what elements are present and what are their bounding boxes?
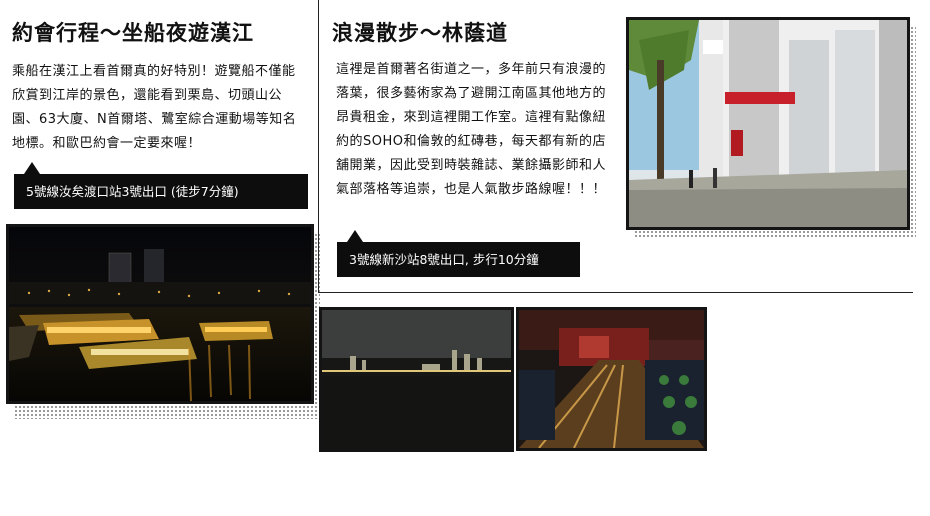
- tree-lined-street-photo: [626, 17, 910, 230]
- cruise-photo-graphic: [9, 227, 311, 401]
- han-river-night-cruise-photo: [6, 224, 314, 404]
- right-body: 這裡是首爾著名街道之一，多年前只有浪漫的落葉，很多藝術家為了避開江南區其他地方的…: [336, 62, 607, 197]
- speech-pointer-icon: [24, 162, 40, 174]
- speech-pointer-icon: [347, 230, 363, 242]
- interior-photo-graphic: [519, 310, 704, 448]
- right-title: 浪漫散步～林蔭道: [332, 21, 508, 45]
- left-direction-tag: 5號線汝矣渡口站3號出口 (徒步7分鐘): [14, 174, 308, 209]
- street-photo-graphic: [629, 20, 907, 227]
- skyline-photo-graphic: [322, 310, 511, 449]
- cruise-interior-photo: [516, 307, 707, 451]
- river-skyline-photo: [319, 307, 514, 452]
- left-body: 乘船在漢江上看首爾真的好特別！遊覽船不僅能欣賞到江岸的景色，還能看到栗島、切頭山…: [12, 64, 297, 151]
- left-title: 約會行程～坐船夜遊漢江: [12, 21, 254, 45]
- section-divider: [319, 292, 913, 293]
- right-direction-tag: 3號線新沙站8號出口, 步行10分鐘: [337, 242, 580, 277]
